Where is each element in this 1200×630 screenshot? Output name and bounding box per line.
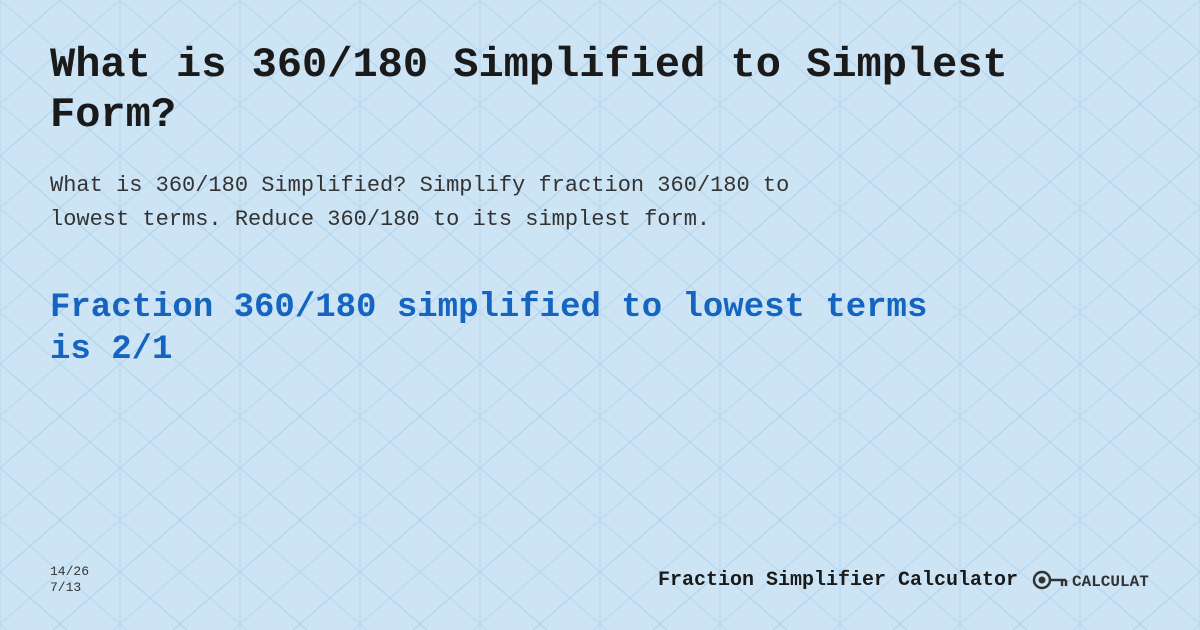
footer-brand: Fraction Simplifier Calculator CALCULAT.…	[658, 560, 1150, 600]
calculat-io-logo: CALCULAT.IO	[1030, 560, 1150, 600]
description-text: What is 360/180 Simplified? Simplify fra…	[50, 169, 830, 237]
footer: 14/26 7/13 Fraction Simplifier Calculato…	[50, 540, 1150, 600]
page-title: What is 360/180 Simplified to Simplest F…	[50, 40, 1150, 141]
brand-name: Fraction Simplifier Calculator	[658, 569, 1018, 592]
fraction-top: 14/26	[50, 564, 89, 580]
svg-text:CALCULAT.IO: CALCULAT.IO	[1072, 573, 1150, 591]
footer-fractions: 14/26 7/13	[50, 564, 89, 595]
main-content: What is 360/180 Simplified to Simplest F…	[0, 0, 1200, 630]
result-text: Fraction 360/180 simplified to lowest te…	[50, 287, 950, 372]
fraction-bottom: 7/13	[50, 580, 81, 596]
result-section: Fraction 360/180 simplified to lowest te…	[50, 287, 1150, 540]
